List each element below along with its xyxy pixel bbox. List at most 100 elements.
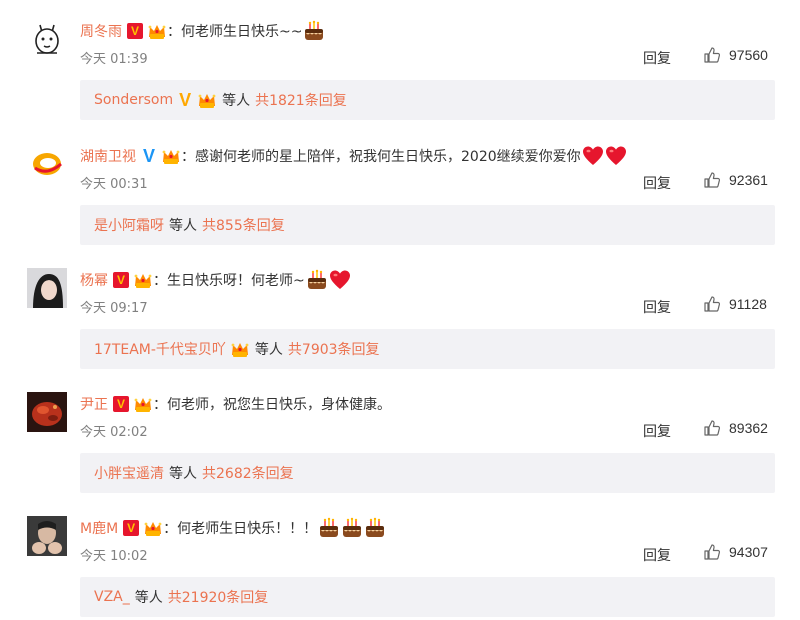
reply-username-link[interactable]: 是小阿霜呀 (94, 215, 164, 235)
reply-button[interactable]: 回复 (643, 545, 671, 565)
avatar[interactable] (27, 19, 67, 59)
like-count: 91128 (729, 296, 767, 312)
view-replies-link[interactable]: 共2682条回复 (202, 463, 294, 483)
comment-text: ：何老师生日快乐~~ (167, 24, 303, 40)
comment-text: ：生日快乐呀！何老师~ (153, 273, 305, 289)
reply-button[interactable]: 回复 (643, 48, 671, 68)
comment-item: M鹿M V ：何老师生日快乐！！！ 今天 10:02 回复 94307 VZA_ 等人 共219… (0, 502, 800, 620)
comment-header: 杨幂 V ：生日快乐呀！何老师~ (80, 268, 351, 292)
verified-v-icon: V (127, 23, 143, 39)
avatar[interactable] (27, 144, 67, 184)
crown-svg (134, 398, 152, 412)
cartoon-sketch-avatar-art (27, 19, 67, 59)
comment-item: 周冬雨 V ：何老师生日快乐~~ 今天 01:39 回复 97560 Sondersom V 等… (0, 5, 800, 128)
replies-etc-label: 等人 (169, 218, 197, 234)
view-replies-link[interactable]: 共7903条回复 (288, 339, 380, 359)
member-crown-icon (230, 340, 250, 358)
avatar[interactable] (27, 392, 67, 432)
view-replies-link[interactable]: 共855条回复 (202, 215, 285, 235)
member-crown-icon (133, 395, 153, 413)
reply-button[interactable]: 回复 (643, 421, 671, 441)
like-count: 97560 (729, 47, 768, 63)
comment-text: ：感谢何老师的星上陪伴，祝我何生日快乐，2020继续爱你爱你 (181, 149, 581, 165)
verified-v-icon: V (123, 520, 140, 536)
view-replies-link[interactable]: 共1821条回复 (255, 90, 347, 110)
replies-summary[interactable]: 小胖宝遥清 等人 共2682条回复 (80, 453, 775, 493)
crown-svg (231, 343, 249, 357)
crown-svg (144, 522, 162, 536)
cake-emoji-icon (305, 20, 324, 40)
username-link[interactable]: 尹正 (80, 394, 108, 414)
replies-etc-label: 等人 (254, 342, 283, 358)
username-link[interactable]: 周冬雨 (80, 21, 122, 41)
replies-etc-label: 等人 (134, 590, 163, 606)
thumbs-up-icon (704, 544, 721, 560)
member-crown-icon (143, 519, 163, 537)
reply-username-link[interactable]: VZA_ (94, 589, 130, 605)
comment-timestamp: 今天 00:31 (80, 177, 148, 192)
username-link[interactable]: 杨幂 (80, 270, 108, 290)
comment-timestamp: 今天 09:17 (80, 301, 148, 316)
like-count: 89362 (729, 420, 768, 436)
verified-v-icon: V (113, 272, 129, 288)
comment-item: 尹正 V ：何老师，祝您生日快乐，身体健康。 今天 02:02 回复 89362 小胖宝遥清… (0, 378, 800, 501)
crown-svg (198, 94, 216, 108)
replies-etc-label: 等人 (169, 466, 197, 482)
avatar[interactable] (27, 516, 67, 556)
view-replies-link[interactable]: 共21920条回复 (168, 587, 269, 607)
member-crown-icon (133, 271, 153, 289)
username-link[interactable]: M鹿M (80, 518, 118, 538)
reply-username-link[interactable]: 小胖宝遥清 (94, 463, 164, 483)
replies-summary[interactable]: 是小阿霜呀 等人 共855条回复 (80, 205, 775, 245)
heart-emoji-icon (329, 270, 350, 289)
heart-emoji-icon (605, 146, 626, 165)
crown-svg (162, 150, 180, 164)
like-button[interactable]: 94307 (703, 543, 768, 561)
replies-summary[interactable]: Sondersom V 等人 共1821条回复 (80, 80, 775, 120)
thumbs-up-icon (704, 420, 721, 436)
reply-username-link[interactable]: 17TEAM-千代宝贝吖 (94, 339, 226, 359)
portrait-hands-avatar-art (27, 516, 67, 556)
member-crown-icon (197, 91, 217, 109)
comment-header: 尹正 V ：何老师，祝您生日快乐，身体健康。 (80, 392, 391, 416)
reply-username-link[interactable]: Sondersom (94, 92, 173, 108)
reply-button[interactable]: 回复 (643, 173, 671, 193)
replies-summary[interactable]: 17TEAM-千代宝贝吖 等人 共7903条回复 (80, 329, 775, 369)
comment-feed: 周冬雨 V ：何老师生日快乐~~ 今天 01:39 回复 97560 Sondersom V 等… (0, 0, 800, 620)
cake-emoji-icon (307, 269, 326, 289)
cake-emoji-icon (320, 517, 339, 537)
verified-v-icon: V (113, 396, 129, 412)
comment-timestamp: 今天 01:39 (80, 52, 148, 67)
member-crown-icon (161, 147, 181, 165)
comment-header: M鹿M V ：何老师生日快乐！！！ (80, 516, 386, 540)
cake-emoji-icon (343, 517, 362, 537)
reply-button[interactable]: 回复 (643, 297, 671, 317)
crown-svg (148, 25, 166, 39)
like-count: 94307 (729, 544, 768, 560)
like-count: 92361 (729, 172, 768, 188)
thumbs-up-icon (704, 172, 721, 188)
comment-text: ：何老师，祝您生日快乐，身体健康。 (153, 397, 391, 413)
cake-emoji-icon (366, 517, 385, 537)
thumbs-up-icon (704, 47, 721, 63)
comment-header: 湖南卫视 V ：感谢何老师的星上陪伴，祝我何生日快乐，2020继续爱你爱你 (80, 144, 627, 168)
thumbs-up-icon (704, 296, 721, 312)
portrait-dark-hair-avatar-art (27, 268, 67, 308)
replies-etc-label: 等人 (222, 93, 251, 109)
crown-svg (134, 274, 152, 288)
comment-item: 湖南卫视 V ：感谢何老师的星上陪伴，祝我何生日快乐，2020继续爱你爱你今天 00… (0, 130, 800, 253)
comment-timestamp: 今天 02:02 (80, 425, 148, 440)
heart-emoji-icon (582, 146, 603, 165)
blue-verified-v-icon: V (142, 146, 155, 166)
avatar[interactable] (27, 268, 67, 308)
like-button[interactable]: 97560 (703, 46, 768, 64)
hunan-tv-logo-avatar-art (27, 144, 67, 184)
like-button[interactable]: 89362 (703, 419, 768, 437)
like-button[interactable]: 91128 (703, 295, 767, 313)
member-crown-icon (147, 22, 167, 40)
comment-text: ：何老师生日快乐！！！ (163, 521, 318, 537)
like-button[interactable]: 92361 (703, 171, 768, 189)
username-link[interactable]: 湖南卫视 (80, 146, 136, 166)
comment-header: 周冬雨 V ：何老师生日快乐~~ (80, 19, 325, 43)
replies-summary[interactable]: VZA_ 等人 共21920条回复 (80, 577, 775, 617)
